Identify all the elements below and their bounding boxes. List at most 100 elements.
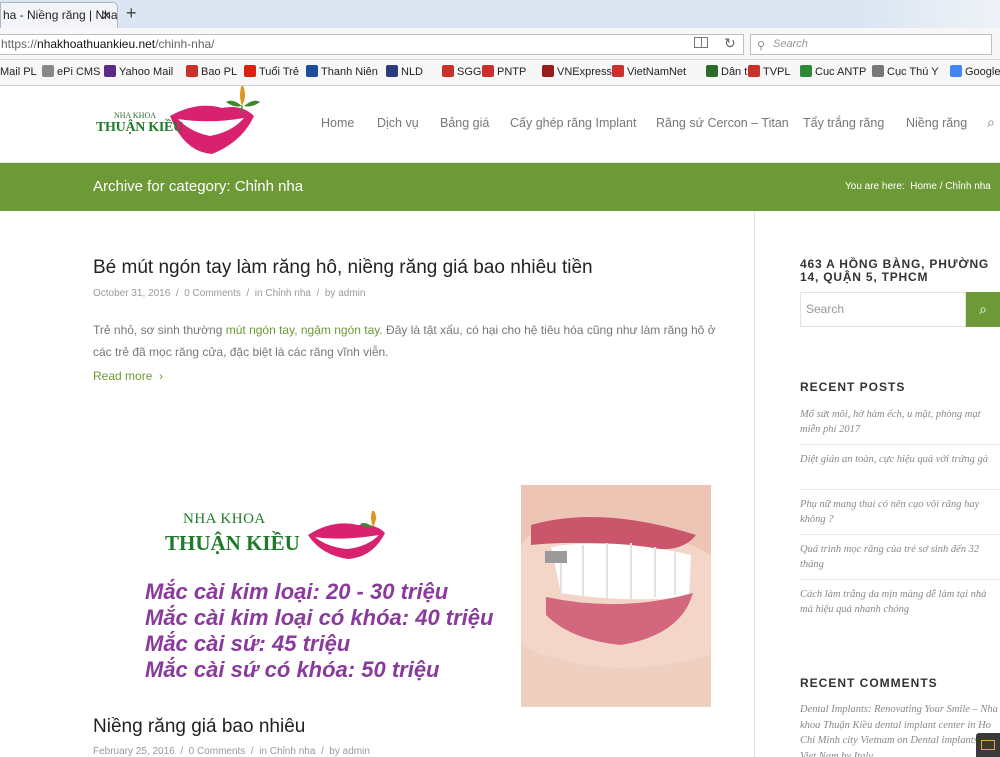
- bookmark-favicon-icon: [748, 65, 760, 77]
- content-area: Bé mút ngón tay làm răng hô, niềng răng …: [0, 211, 1000, 757]
- new-tab-icon[interactable]: +: [126, 3, 137, 24]
- bookmark-item[interactable]: Mail PL: [0, 65, 37, 79]
- bookmark-item[interactable]: TVPL: [748, 65, 791, 79]
- close-icon[interactable]: ✕: [101, 4, 112, 28]
- bookmark-favicon-icon: [386, 65, 398, 77]
- url-path: /chinh-nha/: [155, 37, 215, 51]
- post-excerpt: Trẻ nhỏ, sơ sinh thường mút ngón tay, ng…: [93, 319, 723, 363]
- reader-view-icon[interactable]: [694, 37, 708, 48]
- bookmark-favicon-icon: [442, 65, 454, 77]
- read-more-link[interactable]: Read more ›: [93, 369, 163, 383]
- window-caption-area: [860, 0, 1000, 28]
- post-title[interactable]: Bé mút ngón tay làm răng hô, niềng răng …: [93, 257, 593, 279]
- bookmark-item[interactable]: ePi CMS: [42, 65, 100, 79]
- breadcrumb-current: Chỉnh nha: [945, 181, 991, 192]
- breadcrumb: You are here: Home / Chỉnh nha: [845, 181, 991, 192]
- nav-item[interactable]: Dịch vụ: [377, 116, 419, 130]
- post-date: February 25, 2016: [93, 746, 175, 757]
- recent-post-link[interactable]: Cách làm trắng da mịn màng dễ làm tại nh…: [800, 587, 1000, 617]
- bookmark-item[interactable]: NLD: [386, 65, 423, 79]
- bookmark-item[interactable]: VNExpress: [542, 65, 612, 79]
- image-price-line: Mắc cài sứ: 45 triệu: [145, 631, 351, 656]
- breadcrumb-home[interactable]: Home: [910, 181, 937, 192]
- sidebar-search-placeholder: Search: [806, 302, 845, 316]
- bookmark-label: Thanh Niên: [321, 66, 378, 78]
- bookmark-item[interactable]: Google: [950, 65, 1000, 79]
- url-input[interactable]: https://nhakhoathuankieu.net/chinh-nha/: [0, 34, 744, 55]
- browser-search-input[interactable]: ⚲ Search: [750, 34, 992, 55]
- post-author-link[interactable]: admin: [343, 746, 370, 757]
- bookmark-item[interactable]: Thanh Niên: [306, 65, 378, 79]
- post-author-link[interactable]: admin: [338, 288, 365, 299]
- bookmark-favicon-icon: [800, 65, 812, 77]
- post-meta: October 31, 2016 / 0 Comments / in Chỉnh…: [93, 288, 366, 299]
- bookmark-label: PNTP: [497, 66, 527, 78]
- bookmark-label: Bao PL: [201, 66, 238, 78]
- post-category-prefix: in: [259, 746, 268, 757]
- bookmark-label: NLD: [401, 66, 424, 78]
- featured-image[interactable]: NHA KHOA THUẬN KIỀU Mắc cài kim loại: 20…: [93, 485, 711, 707]
- nav-item[interactable]: Niềng răng: [906, 116, 967, 130]
- url-scheme: https://: [1, 37, 38, 51]
- bookmark-item[interactable]: PNTP: [482, 65, 526, 79]
- recent-post-link[interactable]: Phụ nữ mang thai có nên cạo vôi răng hay…: [800, 497, 1000, 527]
- recent-post-link[interactable]: Diệt gián an toàn, cực hiệu quả với trứn…: [800, 452, 1000, 467]
- mail-icon[interactable]: [976, 733, 1000, 757]
- post-comments-link[interactable]: 0 Comments: [189, 746, 246, 757]
- recent-comments-heading: RECENT COMMENTS: [800, 676, 938, 690]
- sidebar-divider: [754, 211, 755, 757]
- post-author-prefix: by: [329, 746, 340, 757]
- post-category-link[interactable]: Chỉnh nha: [270, 746, 316, 757]
- chevron-right-icon: ›: [155, 369, 164, 383]
- post-comments-link[interactable]: 0 Comments: [184, 288, 241, 299]
- nav-item[interactable]: Home: [321, 116, 354, 130]
- post-category-link[interactable]: Chỉnh nha: [265, 288, 311, 299]
- recent-post-separator: [800, 579, 1000, 580]
- bookmark-item[interactable]: Tuổi Trẻ: [244, 65, 299, 79]
- reload-icon[interactable]: ↻: [724, 35, 736, 52]
- recent-comment[interactable]: Dental Implants: Renovating Your Smile –…: [800, 702, 998, 757]
- main-nav: Home Dịch vụ Bảng giá Cấy ghép răng Implant…: [0, 86, 1000, 163]
- recent-post-link[interactable]: Mổ sứt môi, hở hàm ếch, u mặt, phòng mạt…: [800, 407, 1000, 437]
- image-price-line: Mắc cài kim loại có khóa: 40 triệu: [145, 605, 494, 630]
- recent-post-separator: [800, 489, 1000, 490]
- bookmark-favicon-icon: [950, 65, 962, 77]
- search-icon[interactable]: ⌕: [987, 114, 995, 131]
- nav-item[interactable]: Cấy ghép răng Implant: [510, 116, 636, 130]
- recent-post-separator: [800, 444, 1000, 445]
- post-category-prefix: in: [254, 288, 263, 299]
- sidebar-search-button[interactable]: ⌕: [966, 292, 1000, 327]
- bookmarks-toolbar: Mail PL ePi CMS Yahoo Mail Bao PL Tuổi Trẻ Th…: [0, 60, 1000, 86]
- image-price-line: Mắc cài sứ có khóa: 50 triệu: [145, 657, 440, 682]
- bookmark-item[interactable]: Cuc ANTP: [800, 65, 866, 79]
- bookmark-favicon-icon: [872, 65, 884, 77]
- nav-item[interactable]: Răng sứ Cercon – Titan: [656, 116, 789, 130]
- sidebar-search-input[interactable]: Search: [800, 292, 966, 327]
- recent-post-link[interactable]: Quá trình mọc răng của trẻ sơ sinh đến 3…: [800, 542, 1000, 572]
- read-more-label: Read more: [93, 369, 153, 383]
- browser-tab-bar: ha - Niềng răng | Nha ✕ +: [0, 0, 1000, 28]
- recent-posts-heading: RECENT POSTS: [800, 380, 906, 394]
- bookmark-favicon-icon: [244, 65, 256, 77]
- search-icon: ⌕: [979, 301, 987, 317]
- bookmark-favicon-icon: [482, 65, 494, 77]
- browser-tab-active[interactable]: ha - Niềng răng | Nha ✕: [0, 2, 118, 28]
- post-title[interactable]: Niềng răng giá bao nhiêu: [93, 716, 305, 738]
- bookmark-item[interactable]: VietNamNet: [612, 65, 686, 79]
- sidebar-address: 463 A HỒNG BÀNG, PHƯỜNG 14, QUẬN 5, TPHC…: [800, 257, 990, 284]
- bookmark-label: VietNamNet: [627, 66, 687, 78]
- nav-item[interactable]: Tẩy trắng răng: [803, 116, 884, 130]
- bookmark-item[interactable]: Dân trí: [706, 65, 754, 79]
- browser-search-placeholder: Search: [773, 38, 808, 50]
- bookmark-item[interactable]: Cục Thú Y: [872, 65, 939, 79]
- bookmark-label: VNExpress: [557, 66, 613, 78]
- bookmark-favicon-icon: [542, 65, 554, 77]
- nav-item[interactable]: Bảng giá: [440, 116, 489, 130]
- bookmark-favicon-icon: [186, 65, 198, 77]
- bookmark-label: Yahoo Mail: [119, 66, 174, 78]
- bookmark-item[interactable]: Bao PL: [186, 65, 237, 79]
- excerpt-link[interactable]: mút ngón tay, ngậm ngón tay: [226, 323, 380, 337]
- post-meta: February 25, 2016 / 0 Comments / in Chỉn…: [93, 746, 370, 757]
- bookmark-item[interactable]: Yahoo Mail: [104, 65, 173, 79]
- bookmark-favicon-icon: [306, 65, 318, 77]
